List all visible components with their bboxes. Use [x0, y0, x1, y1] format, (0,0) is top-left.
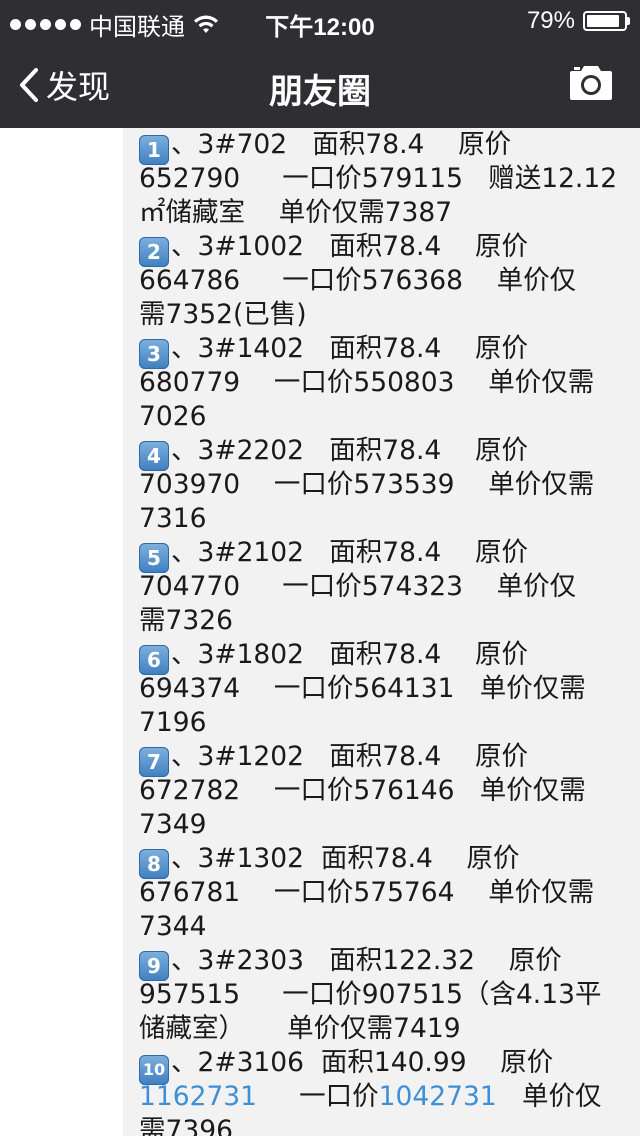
number-badge-icon: 3: [139, 339, 169, 369]
phone-number-link[interactable]: 1042731: [379, 1081, 497, 1112]
number-badge-icon: 6: [139, 645, 169, 675]
post-line: 需7326: [139, 604, 619, 638]
number-badge-icon: 4: [139, 441, 169, 471]
post-line: 需7352(已售): [139, 298, 619, 332]
post-line: 680779 一口价550803 单价仅需: [139, 366, 619, 400]
line-text: 672782 一口价576146 单价仅需: [139, 775, 586, 806]
battery-icon: [583, 11, 627, 31]
post-line: ㎡储藏室 单价仅需7387: [139, 196, 619, 230]
battery-percent: 79%: [526, 7, 575, 34]
post-line: 2 、3#1002 面积78.4 原价: [139, 230, 619, 267]
line-text: 、3#1202 面积78.4 原价: [171, 741, 528, 772]
line-text: 、3#1402 面积78.4 原价: [171, 333, 528, 364]
line-text: 694374 一口价564131 单价仅需: [139, 673, 586, 704]
post-line: 676781 一口价575764 单价仅需: [139, 876, 619, 910]
post-line: 664786 一口价576368 单价仅: [139, 264, 619, 298]
post-line: 10 、2#3106 面积140.99 原价: [139, 1046, 619, 1085]
line-text: 、3#1302 面积78.4 原价: [171, 843, 520, 874]
line-text: 703970 一口价573539 单价仅需: [139, 469, 595, 500]
line-text: 、3#1002 面积78.4 原价: [171, 231, 528, 262]
number-badge-icon: 5: [139, 543, 169, 573]
post-line: 703970 一口价573539 单价仅需: [139, 468, 619, 502]
post-line: 7 、3#1202 面积78.4 原价: [139, 740, 619, 777]
line-text: 储藏室） 单价仅需7419: [139, 1013, 461, 1044]
post-line: 4 、3#2202 面积78.4 原价: [139, 434, 619, 471]
line-text: 676781 一口价575764 单价仅需: [139, 877, 595, 908]
post-line: 7316: [139, 502, 619, 536]
post-line: 9 、3#2303 面积122.32 原价: [139, 944, 619, 981]
line-text: 652790 一口价579115 赠送12.12: [139, 163, 618, 194]
status-bar: 中国联通 下午12:00 79%: [0, 0, 640, 41]
line-text: 、3#2303 面积122.32 原价: [171, 945, 562, 976]
post-line: 7349: [139, 808, 619, 842]
phone-number-link[interactable]: 1162731: [139, 1081, 257, 1112]
number-badge-icon: 8: [139, 849, 169, 879]
line-text: 一口价: [257, 1081, 379, 1112]
line-text: 7349: [139, 809, 207, 840]
line-text: 664786 一口价576368 单价仅: [139, 265, 577, 296]
post-line: 652790 一口价579115 赠送12.12: [139, 162, 619, 196]
post-text: 1 、3#702 面积78.4 原价 652790 一口价579115 赠送12.1…: [139, 128, 619, 1136]
line-text: 需7326: [139, 605, 233, 636]
post-line: 694374 一口价564131 单价仅需: [139, 672, 619, 706]
line-text: 单价仅: [496, 1081, 602, 1112]
status-right: 79%: [527, 7, 630, 35]
post-line: 8 、3#1302 面积78.4 原价: [139, 842, 619, 879]
line-text: 957515 一口价907515（含4.13平: [139, 979, 602, 1010]
post-line: 5 、3#2102 面积78.4 原价: [139, 536, 619, 573]
number-badge-icon: 9: [139, 951, 169, 981]
number-badge-icon: 1: [139, 135, 169, 165]
line-text: 、3#1802 面积78.4 原价: [171, 639, 528, 670]
post-line: 704770 一口价574323 单价仅: [139, 570, 619, 604]
line-text: 7316: [139, 503, 207, 534]
line-text: 680779 一口价550803 单价仅需: [139, 367, 595, 398]
post-line: 1162731 一口价1042731 单价仅: [139, 1080, 619, 1114]
post-line: 储藏室） 单价仅需7419: [139, 1012, 619, 1046]
post-line: 7026: [139, 400, 619, 434]
line-text: ㎡储藏室 单价仅需7387: [139, 197, 453, 228]
line-text: 需7352(已售): [139, 299, 307, 330]
line-text: 7344: [139, 911, 207, 942]
post-line: 7196: [139, 706, 619, 740]
post-line: 3 、3#1402 面积78.4 原价: [139, 332, 619, 369]
line-text: 、3#702 面积78.4 原价: [171, 129, 512, 160]
post-line: 需7396: [139, 1114, 619, 1136]
navigation-bar: 发现 朋友圈: [0, 40, 640, 128]
camera-icon[interactable]: [568, 62, 614, 102]
post-line: 1 、3#702 面积78.4 原价: [139, 128, 619, 165]
post-line: 7344: [139, 910, 619, 944]
moments-content[interactable]: 1 、3#702 面积78.4 原价 652790 一口价579115 赠送12.1…: [0, 128, 640, 1136]
line-text: 7026: [139, 401, 207, 432]
page-title: 朋友圈: [269, 72, 371, 112]
post-line: 672782 一口价576146 单价仅需: [139, 774, 619, 808]
line-text: 、2#3106 面积140.99 原价: [171, 1047, 554, 1078]
line-text: 、3#2102 面积78.4 原价: [171, 537, 528, 568]
line-text: 7196: [139, 707, 207, 738]
line-text: 704770 一口价574323 单价仅: [139, 571, 577, 602]
post-line: 957515 一口价907515（含4.13平: [139, 978, 619, 1012]
number-badge-icon: 7: [139, 747, 169, 777]
number-badge-icon: 2: [139, 237, 169, 267]
line-text: 、3#2202 面积78.4 原价: [171, 435, 528, 466]
post-line: 6 、3#1802 面积78.4 原价: [139, 638, 619, 675]
line-text: 需7396: [139, 1115, 233, 1136]
